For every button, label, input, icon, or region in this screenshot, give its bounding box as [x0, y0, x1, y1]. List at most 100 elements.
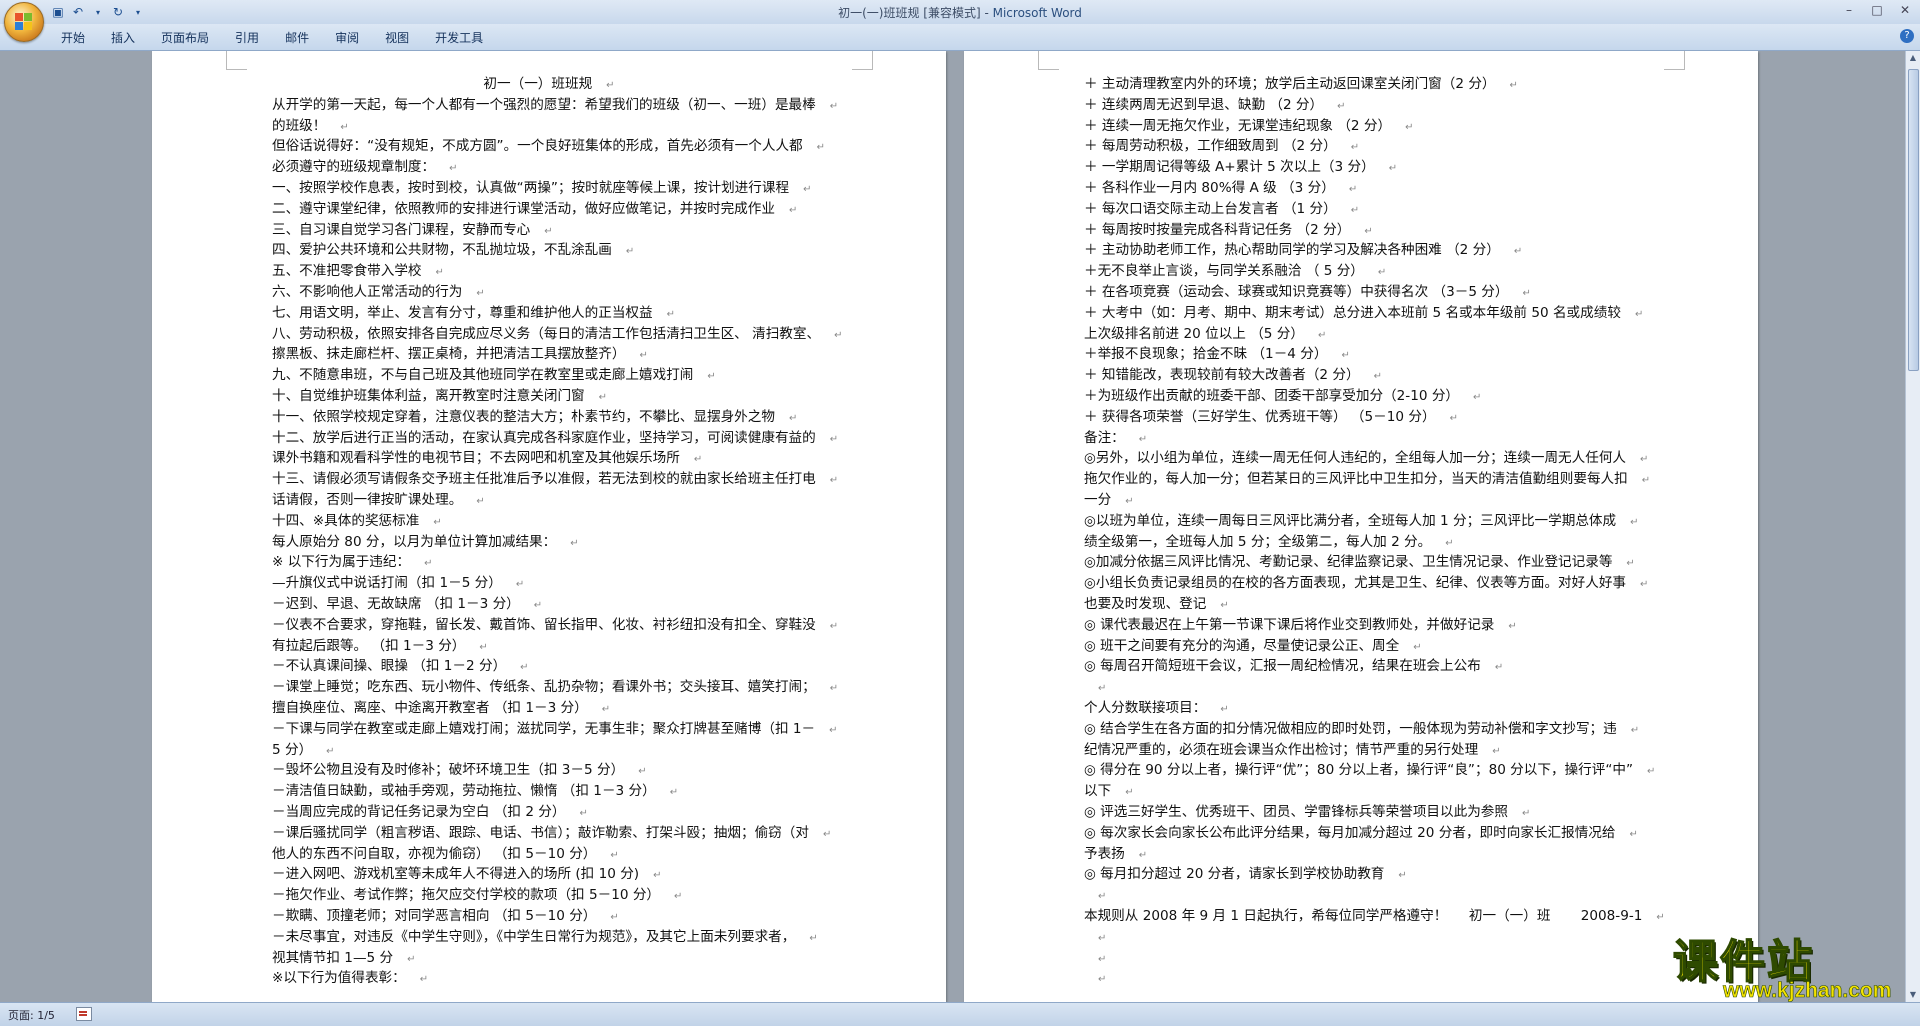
paragraph-line: 擦黑板、抹走廊栏杆、摆正桌椅，并把清洁工具摆放整齐） ↵: [272, 344, 648, 365]
paragraph-mark-icon: ↵: [424, 558, 433, 570]
line-text: ◎ 每次家长会向家长公布此评分结果，每月加减分超过 20 分者，即时向家长汇报情…: [1084, 824, 1616, 841]
paragraph-mark-icon: ↵: [340, 121, 349, 133]
paragraph-mark-icon: ↵: [533, 600, 543, 611]
line-text: 每人原始分 80 分，以月为单位计算加减结果：: [272, 533, 557, 550]
line-text: 四、爱护公共环境和公共财物，不乱抛垃圾，不乱涂乱画: [272, 242, 612, 259]
line-text: 三、自习课自觉学习各门课程，安静而专心: [272, 221, 531, 238]
line-text: ＋ 主动清理教室内外的环境；放学后主动返回课室关闭门窗（2 分）: [1084, 76, 1496, 92]
paragraph-mark-icon: ↵: [788, 204, 798, 216]
paragraph-line: －不认真课间操、眼操 （扣 1－2 分） ↵: [272, 656, 529, 677]
scroll-up-icon[interactable]: ▲: [1906, 51, 1920, 65]
paragraph-mark-icon: ↵: [829, 683, 839, 695]
ribbon-tab[interactable]: 邮件: [272, 29, 322, 47]
line-text: 上次级排名前进 20 位以上 （5 分）: [1084, 325, 1304, 342]
paragraph-line: －拖欠作业、考试作弊；拖欠应交付学校的款项（扣 5－10 分） ↵: [272, 885, 682, 906]
paragraph-line: ↵: [1084, 885, 1106, 906]
ribbon-tab[interactable]: 开始: [48, 29, 98, 47]
paragraph-line: －进入网吧、游戏机室等未成年人不得进入的场所 (扣 10 分) ↵: [272, 864, 662, 885]
line-text: 十四、※具体的奖惩标准: [272, 512, 420, 529]
paragraph-line: 十一、依照学校规定穿着，注意仪表的整洁大方；朴素节约，不攀比、显摆身外之物 ↵: [272, 407, 797, 428]
paragraph-mark-icon: ↵: [1522, 808, 1531, 819]
paragraph-line: 以下 ↵: [1084, 781, 1134, 802]
paragraph-mark-icon: ↵: [809, 932, 818, 944]
line-text: －仪表不合要求，穿拖鞋，留长发、戴首饰、留长指甲、化妆、衬衫纽扣没有扣全、穿鞋没: [272, 616, 816, 633]
line-text: 但俗话说得好：“没有规矩，不成方圆”。一个良好班集体的形成，首先必须有一个人人都: [272, 138, 803, 155]
paragraph-line: ＋ 主动协助老师工作，热心帮助同学的学习及解决各种困难 （2 分） ↵: [1084, 240, 1522, 261]
paragraph-line: ＋举报不良现象；拾金不昧 （1－4 分） ↵: [1084, 344, 1350, 365]
scrollbar-thumb[interactable]: [1908, 69, 1919, 371]
paragraph-mark-icon: ↵: [1388, 163, 1398, 175]
paragraph-mark-icon: ↵: [1494, 662, 1504, 674]
line-text: －拖欠作业、考试作弊；拖欠应交付学校的款项（扣 5－10 分）: [272, 887, 661, 904]
ribbon-tab[interactable]: 引用: [222, 29, 272, 47]
line-text: －清洁值日缺勤，或袖手旁观，劳动拖拉、懒惰 （扣 1－3 分）: [272, 783, 656, 800]
paragraph-mark-icon: ↵: [653, 870, 662, 882]
line-text: 课外书籍和观看科学性的电视节目；不去网吧和机室及其他娱乐场所: [272, 450, 680, 467]
ribbon-tab[interactable]: 视图: [372, 29, 422, 47]
line-text: 六、不影响他人正常活动的行为: [272, 284, 463, 300]
paragraph-mark-icon: ↵: [829, 433, 839, 445]
watermark-url: www.kjzhan.com: [1723, 979, 1892, 1003]
paragraph-line: ◎ 课代表最迟在上午第一节课下课后将作业交到教师处，并做好记录 ↵: [1084, 615, 1517, 636]
document-page-1[interactable]: 初一（一）班班规 ↵ 从开学的第一天起，每一个人都有一个强烈的愿望：希望我们的班级（…: [152, 51, 946, 1002]
paragraph-line: ◎ 得分在 90 分以上者，操行评“优”；80 分以上者，操行评“良”；80 分…: [1084, 760, 1655, 781]
line-text: ◎ 班干之间要有充分的沟通，尽量使记录公正、周全: [1084, 637, 1400, 654]
paragraph-mark-icon: ↵: [1098, 891, 1107, 903]
paragraph-line: 上次级排名前进 20 位以上 （5 分） ↵: [1084, 324, 1326, 345]
vertical-scrollbar[interactable]: ▲ ▼: [1905, 51, 1920, 1002]
paragraph-line: 有拉起后跟等。 （扣 1－3 分） ↵: [272, 636, 488, 657]
maximize-icon[interactable]: □: [1866, 2, 1888, 18]
paragraph-mark-icon: ↵: [1350, 142, 1360, 154]
paragraph-line: ＋ 每周劳动积极，工作细致周到 （2 分） ↵: [1084, 136, 1359, 157]
ribbon-tab[interactable]: 插入: [98, 29, 148, 47]
line-text: 5 分）: [272, 741, 313, 758]
paragraph-mark-icon: ↵: [1098, 683, 1107, 695]
paragraph-line: －下课与同学在教室或走廊上嬉戏打闹；滋扰同学，无事生非；聚众打牌甚至赌博（扣 1…: [272, 719, 838, 740]
watermark-logo: 课件站 www.kjzhan.com: [1672, 925, 1913, 1005]
minimize-icon[interactable]: –: [1838, 2, 1860, 18]
paragraph-line: 也要及时发现、登记 ↵: [1084, 594, 1229, 615]
window-title: 初一(一)班班规 [兼容模式] - Microsoft Word: [0, 4, 1920, 21]
help-icon[interactable]: ?: [1900, 29, 1914, 43]
paragraph-line: 的班级！ ↵: [272, 116, 349, 137]
page-count[interactable]: 页面: 1/5: [8, 1007, 55, 1023]
paragraph-line: 二、遵守课堂纪律，依照教师的安排进行课堂活动，做好应做笔记，并按时完成作业 ↵: [272, 199, 797, 220]
office-button[interactable]: [4, 2, 44, 42]
paragraph-line: －毁坏公物且没有及时修补；破坏环境卫生（扣 3－5 分） ↵: [272, 760, 647, 781]
line-text: 二、遵守课堂纪律，依照教师的安排进行课堂活动，做好应做笔记，并按时完成作业: [272, 200, 775, 217]
line-text: ◎加减分依据三风评比情况、考勤记录、纪律监察记录、卫生情况记录、作业登记记录等: [1084, 554, 1613, 571]
paragraph-mark-icon: ↵: [829, 475, 839, 487]
line-text: ◎ 结合学生在各方面的扣分情况做相应的即时处罚，一般体现为劳动补偿和字文抄写；违: [1084, 720, 1617, 737]
paragraph-line: 九、不随意串班，不与自己班及其他班同学在教室里或走廊上嬉戏打闹 ↵: [272, 365, 716, 386]
document-page-2[interactable]: ＋ 主动清理教室内外的环境；放学后主动返回课室关闭门窗（2 分） ↵ ＋ 连续两周无…: [964, 51, 1758, 1002]
line-text: ＋ 每次口语交际主动上台发言者 （1 分）: [1084, 200, 1337, 217]
paragraph-line: －未尽事宜，对违反《中学生守则》，《中学生日常行为规范》，及其它上面未列要求者，…: [272, 927, 818, 948]
line-text: ＋为班级作出贡献的班委干部、团委干部享受加分（2-10 分）: [1084, 388, 1460, 404]
paragraph-mark-icon: ↵: [666, 308, 676, 320]
line-text: 初一（一）班班规: [483, 76, 593, 92]
proofing-icon[interactable]: [76, 1007, 92, 1021]
ribbon-tab[interactable]: 开发工具: [422, 29, 496, 47]
paragraph-mark-icon: ↵: [639, 350, 648, 362]
paragraph-mark-icon: ↵: [419, 974, 429, 986]
paragraph-line: 个人分数联接项目： ↵: [1084, 698, 1229, 719]
ribbon-tab[interactable]: 页面布局: [148, 29, 222, 47]
paragraph-mark-icon: ↵: [606, 80, 615, 91]
paragraph-line: －课后骚扰同学（粗言秽语、跟踪、电话、书信）；敲诈勒索、打架斗殴；抽烟；偷窃（对…: [272, 823, 831, 844]
paragraph-mark-icon: ↵: [1317, 329, 1327, 341]
paragraph-line: －当周应完成的背记任务记录为空白 （扣 2 分） ↵: [272, 802, 588, 823]
paragraph-mark-icon: ↵: [479, 641, 488, 653]
paragraph-line: 每人原始分 80 分，以月为单位计算加减结果： ↵: [272, 532, 579, 553]
paragraph-line: ＋ 一学期周记得等级 A+累计 5 次以上（3 分） ↵: [1084, 157, 1397, 178]
line-text: ◎ 每月扣分超过 20 分者，请家长到学校协助教育: [1084, 866, 1385, 883]
paragraph-line: ◎小组长负责记录组员的在校的各方面表现，尤其是卫生、纪律、仪表等方面。对好人好事…: [1084, 573, 1648, 594]
ribbon-tab[interactable]: 审阅: [322, 29, 372, 47]
close-icon[interactable]: ✕: [1894, 2, 1916, 18]
paragraph-mark-icon: ↵: [610, 849, 619, 861]
paragraph-line: ＋ 每次口语交际主动上台发言者 （1 分） ↵: [1084, 199, 1359, 220]
paragraph-line: 八、劳动积极，依照安排各自完成应尽义务（每日的清洁工作包括清扫卫生区、 清扫教室…: [272, 324, 842, 345]
paragraph-mark-icon: ↵: [674, 891, 683, 903]
paragraph-line: 三、自习课自觉学习各门课程，安静而专心 ↵: [272, 220, 553, 241]
line-text: 本规则从 2008 年 9 月 1 日起执行，希每位同学严格遵守！ 初一（一）班…: [1084, 908, 1643, 924]
paragraph-line: ◎另外，以小组为单位，连续一周无任何人违纪的，全组每人加一分；连续一周无人任何人…: [1084, 448, 1648, 469]
